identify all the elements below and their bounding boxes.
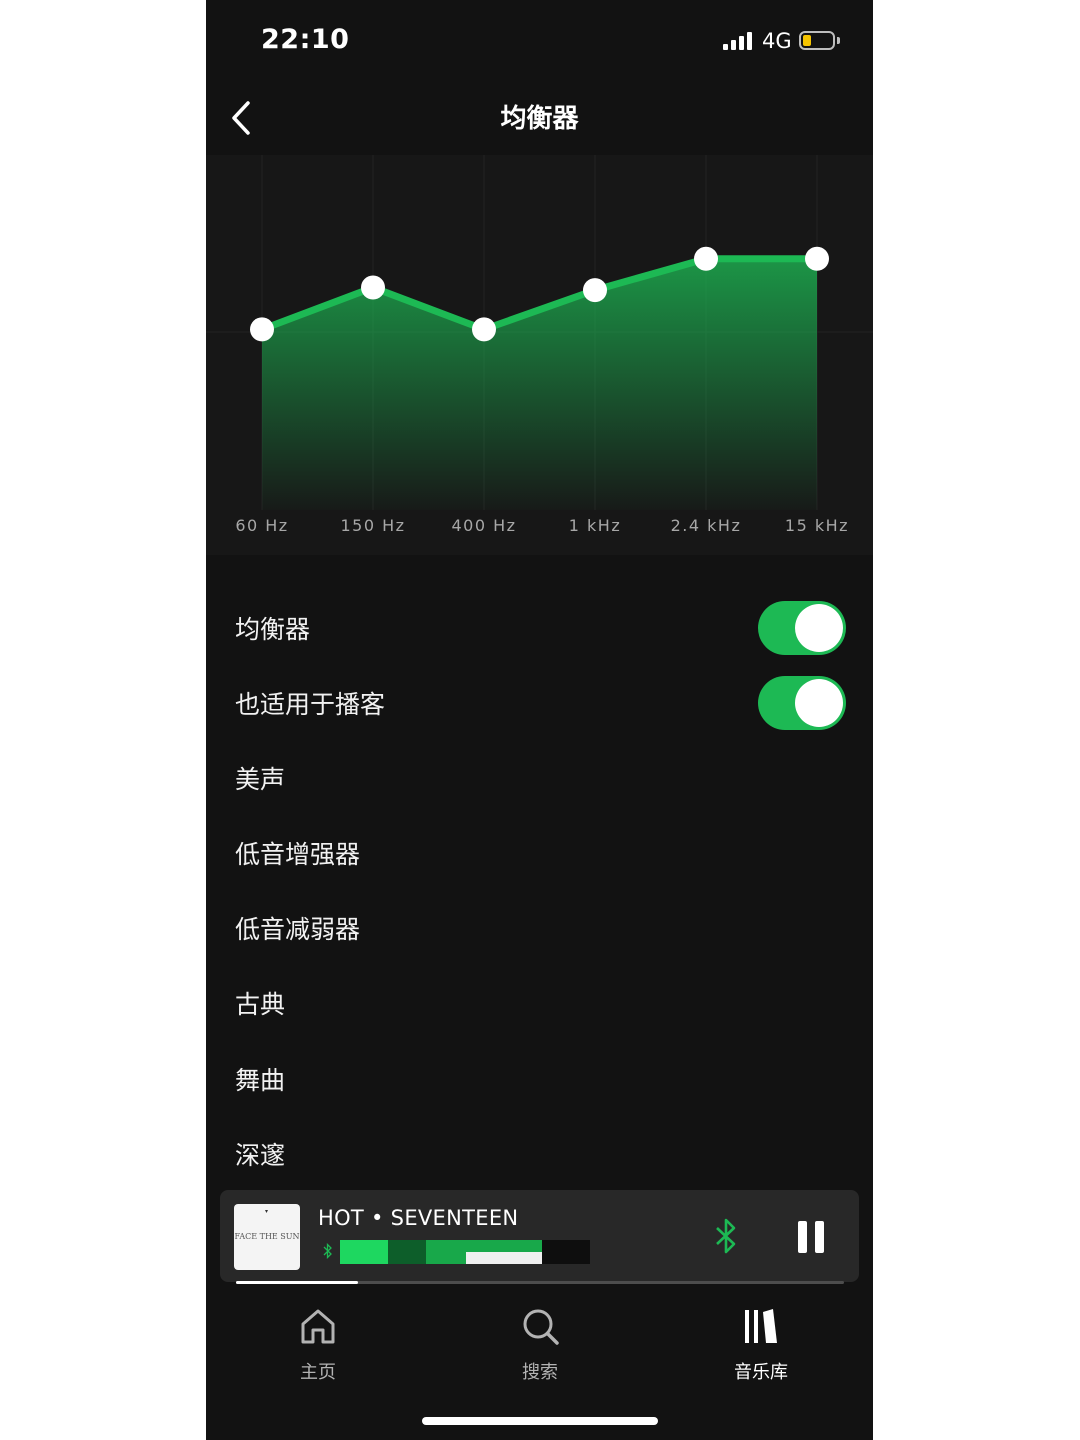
equalizer-chart[interactable]: 60 Hz 150 Hz 400 Hz 1 kHz 2.4 kHz 15 kHz (206, 155, 873, 555)
preset-label: 舞曲 (235, 1066, 286, 1095)
preset-label: 美声 (235, 765, 286, 794)
eq-frequency-label: 2.4 kHz (671, 516, 742, 535)
pause-icon (815, 1221, 824, 1253)
signal-icon (723, 32, 752, 50)
device-bar-segment (388, 1240, 426, 1264)
tab-library[interactable]: 音乐库 (681, 1306, 841, 1386)
album-logo-mark: ▾ (265, 1208, 269, 1215)
switch-knob (795, 604, 843, 652)
preset-item[interactable]: 低音减弱器 (206, 893, 873, 963)
preset-item[interactable]: 低音增强器 (206, 818, 873, 888)
playback-progress[interactable] (236, 1281, 844, 1284)
phone-screen: 22:10 4G 均衡器 60 Hz 150 Hz 400 Hz 1 kHz 2.4 k… (206, 0, 873, 1440)
bluetooth-small-icon (323, 1243, 332, 1259)
eq-band-handle[interactable] (583, 278, 607, 303)
preset-label: 低音增强器 (235, 840, 361, 869)
album-art-text: FACE THE SUN (234, 1232, 300, 1241)
eq-frequency-label: 400 Hz (451, 516, 516, 535)
eq-band-handle[interactable] (361, 275, 385, 300)
pause-icon (798, 1221, 807, 1253)
podcast-toggle-row[interactable]: 也适用于播客 (206, 668, 873, 738)
equalizer-toggle-row[interactable]: 均衡器 (206, 593, 873, 663)
status-time: 22:10 (261, 24, 350, 55)
eq-frequency-label: 1 kHz (569, 516, 621, 535)
equalizer-switch[interactable] (758, 601, 846, 655)
eq-band-handle[interactable] (805, 246, 829, 271)
bluetooth-icon[interactable] (714, 1218, 738, 1254)
search-icon (523, 1309, 559, 1345)
equalizer-graph[interactable]: 60 Hz 150 Hz 400 Hz 1 kHz 2.4 kHz 15 kHz (206, 155, 873, 555)
podcast-label: 也适用于播客 (235, 690, 386, 719)
tab-label: 搜索 (522, 1362, 558, 1383)
track-title: HOT • SEVENTEEN (318, 1206, 519, 1230)
network-type: 4G (762, 29, 792, 53)
preset-label: 古典 (235, 990, 286, 1019)
device-bar-segment (340, 1240, 388, 1264)
tab-search[interactable]: 搜索 (460, 1306, 620, 1386)
tab-label: 音乐库 (734, 1362, 788, 1383)
eq-frequency-label: 150 Hz (340, 516, 405, 535)
page-title: 均衡器 (500, 104, 579, 134)
album-art[interactable]: ▾ FACE THE SUN (234, 1204, 300, 1270)
playback-progress-fill (236, 1281, 358, 1284)
mini-player[interactable]: ▾ FACE THE SUN HOT • SEVENTEEN (220, 1190, 859, 1282)
tab-home[interactable]: 主页 (238, 1306, 398, 1386)
eq-band-handle[interactable] (472, 317, 496, 342)
battery-fill (803, 35, 811, 46)
battery-nub (837, 37, 840, 44)
tab-label: 主页 (300, 1362, 336, 1383)
eq-frequency-label: 60 Hz (235, 516, 288, 535)
preset-label: 深邃 (235, 1141, 286, 1170)
preset-item[interactable]: 美声 (206, 743, 873, 813)
home-icon (301, 1309, 335, 1344)
eq-band-handle[interactable] (694, 246, 718, 271)
preset-item[interactable]: 舞曲 (206, 1044, 873, 1114)
preset-label: 低音减弱器 (235, 915, 361, 944)
podcast-switch[interactable] (758, 676, 846, 730)
switch-knob (795, 679, 843, 727)
device-name-image (340, 1240, 590, 1264)
preset-item[interactable]: 深邃 (206, 1119, 873, 1189)
home-indicator (422, 1417, 658, 1425)
battery-icon (799, 31, 835, 50)
device-bar-segment (466, 1252, 542, 1264)
equalizer-label: 均衡器 (235, 615, 311, 644)
eq-frequency-label: 15 kHz (785, 516, 849, 535)
pause-button[interactable] (798, 1221, 828, 1253)
preset-item[interactable]: 古典 (206, 968, 873, 1038)
library-icon (745, 1309, 777, 1343)
eq-band-handle[interactable] (250, 317, 274, 342)
